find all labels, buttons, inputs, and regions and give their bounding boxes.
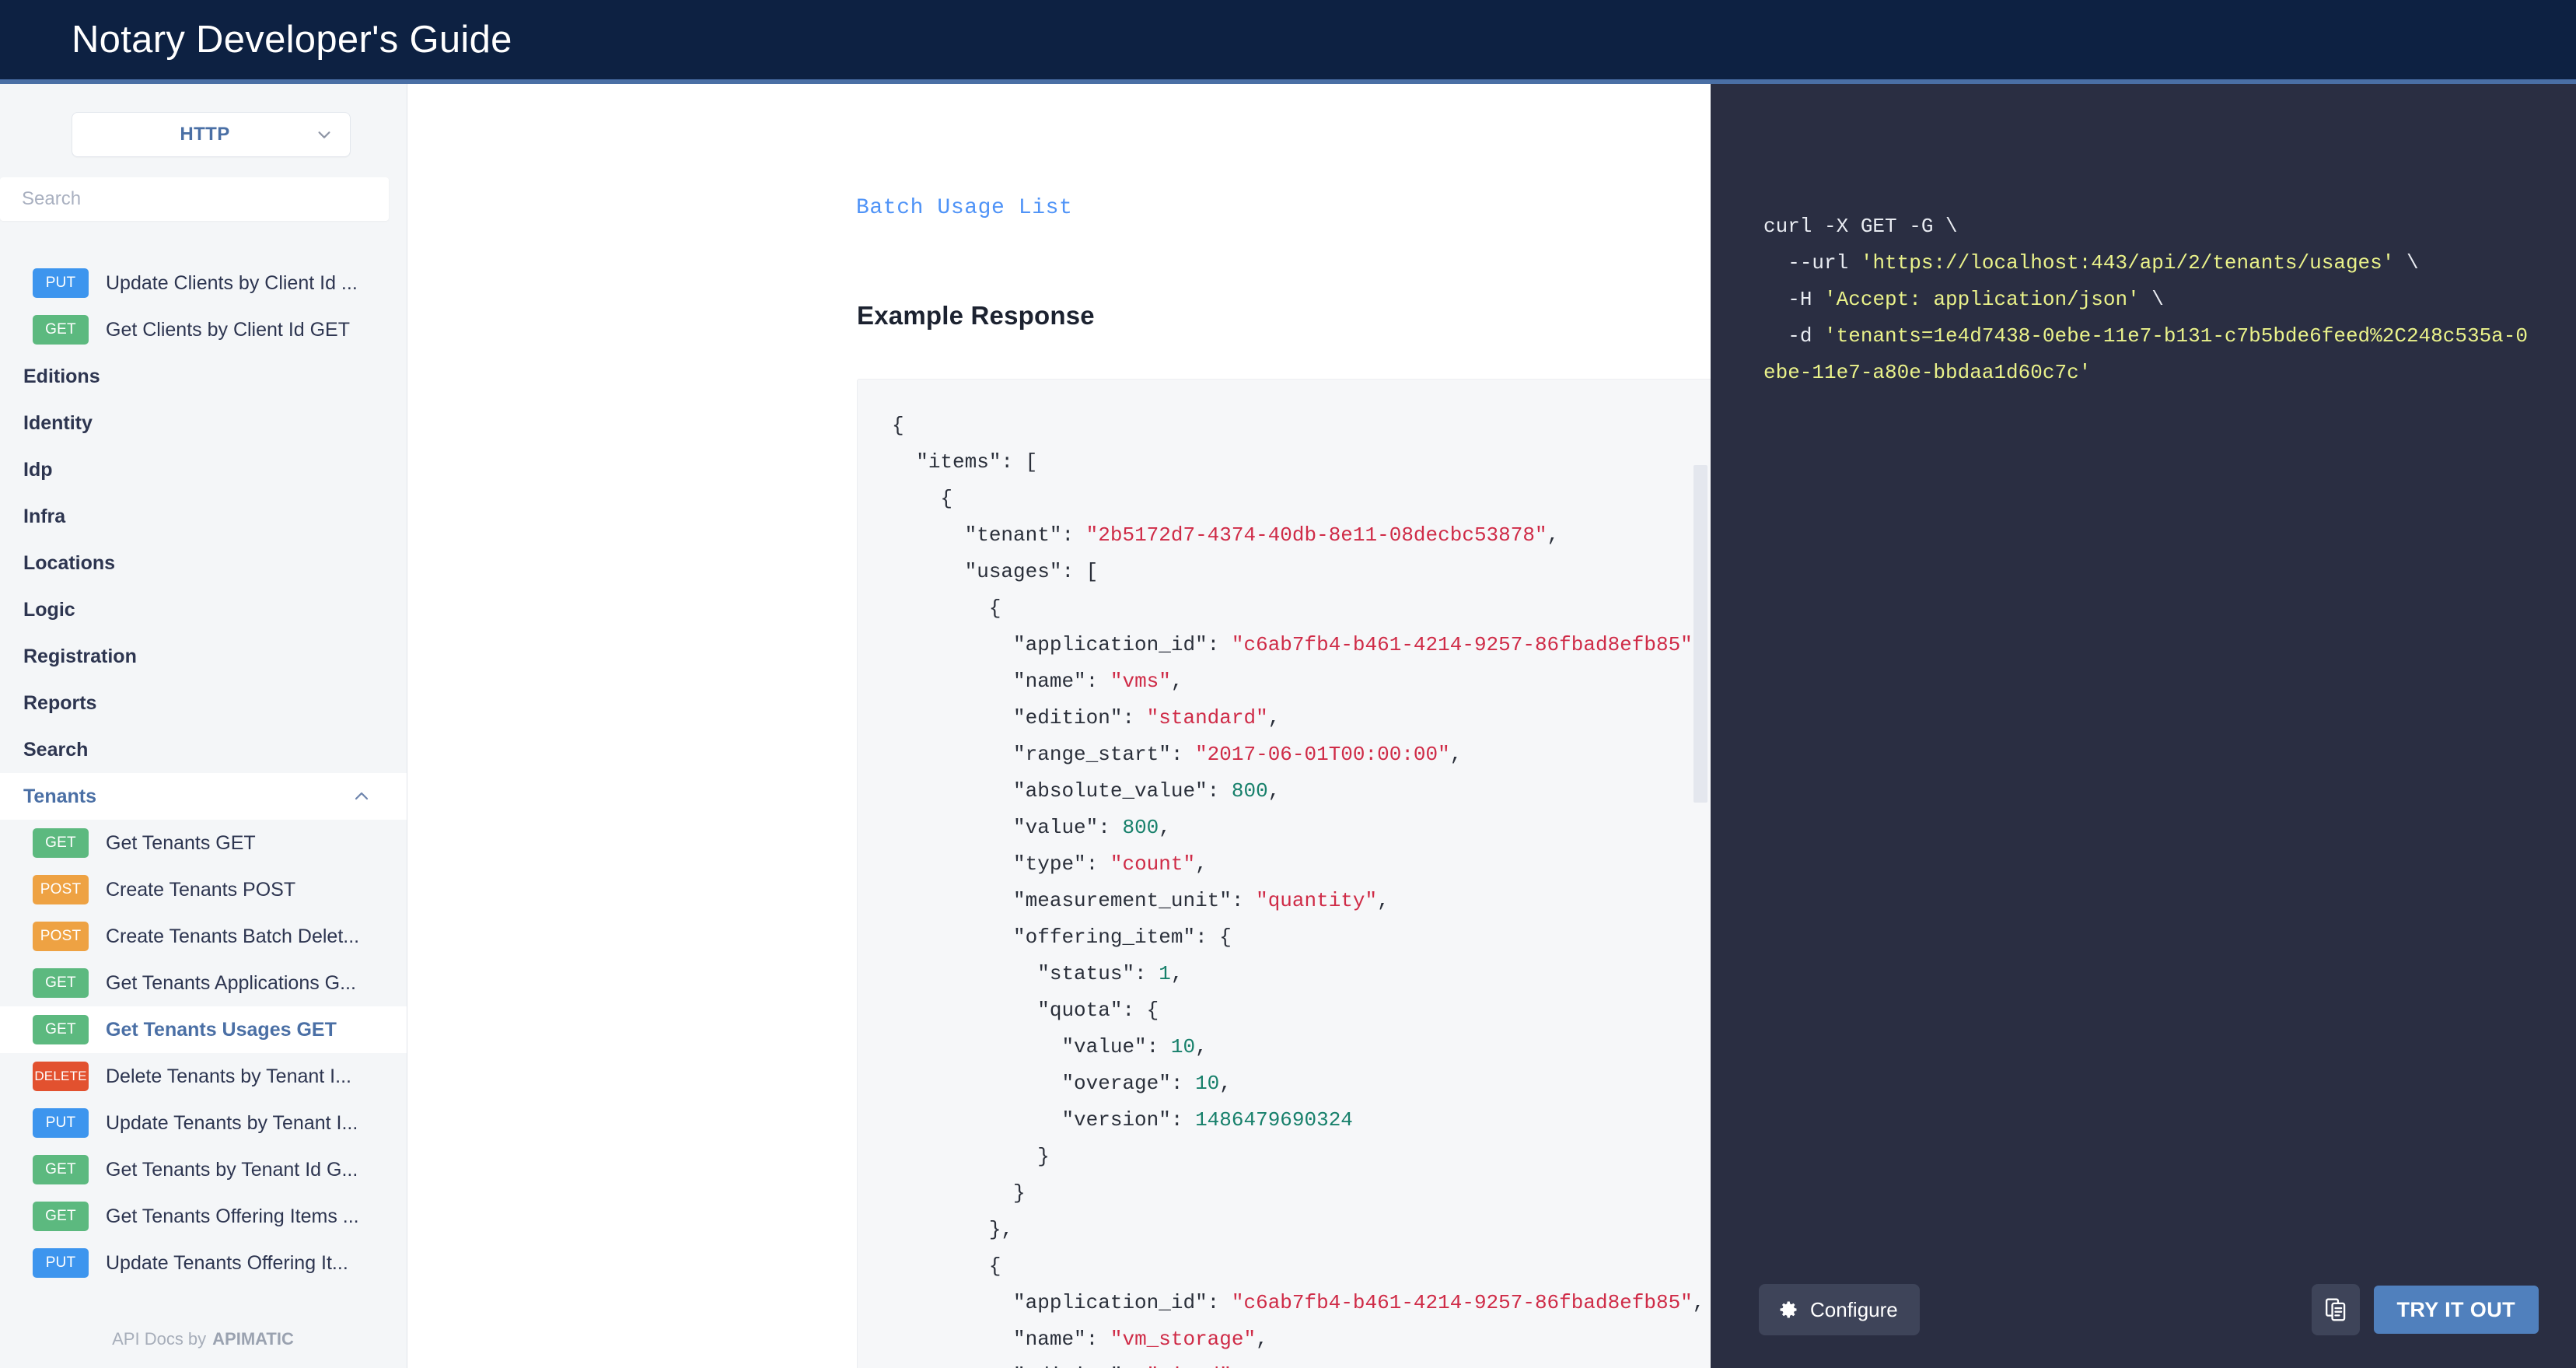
main-scrollbar-thumb[interactable] bbox=[1693, 465, 1707, 803]
group-label: Logic bbox=[23, 598, 75, 621]
method-badge: POST bbox=[33, 922, 89, 951]
sidebar-item-update-tenants-by-id[interactable]: PUT Update Tenants by Tenant I... bbox=[0, 1100, 407, 1146]
sidebar-tenants-endpoints: GET Get Tenants GET POST Create Tenants … bbox=[0, 820, 407, 1286]
sidebar-footer: API Docs by APIMATIC bbox=[0, 1310, 406, 1368]
sidebar-footer-prefix: API Docs by bbox=[112, 1329, 207, 1349]
group-label: Tenants bbox=[23, 785, 96, 807]
json-code: { "items": [ { "tenant": "2b5172d7-4374-… bbox=[892, 414, 1705, 1368]
sidebar-item-get-clients[interactable]: GET Get Clients by Client Id GET bbox=[0, 306, 407, 353]
endpoint-label: Get Tenants by Tenant Id G... bbox=[106, 1158, 358, 1181]
method-badge: GET bbox=[33, 1015, 89, 1044]
sidebar: HTTP PUT Update Clients by Client Id ... bbox=[0, 84, 407, 1368]
sidebar-group-infra[interactable]: Infra bbox=[0, 493, 407, 540]
sidebar-item-create-tenants-batch-delete[interactable]: POST Create Tenants Batch Delet... bbox=[0, 913, 407, 960]
sidebar-item-get-tenants-by-id[interactable]: GET Get Tenants by Tenant Id G... bbox=[0, 1146, 407, 1193]
method-badge: GET bbox=[33, 968, 89, 998]
sidebar-item-update-tenants-offering-items[interactable]: PUT Update Tenants Offering It... bbox=[0, 1240, 407, 1286]
chevron-up-icon bbox=[352, 787, 371, 806]
method-badge: PUT bbox=[33, 1248, 89, 1278]
sidebar-item-create-tenants[interactable]: POST Create Tenants POST bbox=[0, 866, 407, 913]
sidebar-item-update-clients[interactable]: PUT Update Clients by Client Id ... bbox=[0, 260, 407, 306]
endpoint-label: Get Tenants GET bbox=[106, 831, 256, 854]
search-container bbox=[0, 157, 407, 221]
configure-label: Configure bbox=[1810, 1297, 1898, 1321]
endpoint-label: Create Tenants POST bbox=[106, 878, 296, 901]
sidebar-group-registration[interactable]: Registration bbox=[0, 633, 407, 680]
group-label: Locations bbox=[23, 551, 116, 574]
method-badge: GET bbox=[33, 315, 89, 345]
sidebar-group-tenants[interactable]: Tenants bbox=[0, 773, 407, 820]
sidebar-group-logic[interactable]: Logic bbox=[0, 586, 407, 633]
request-panel-actions: Configure TRY IT OUT bbox=[1711, 1251, 2576, 1368]
endpoint-label: Get Clients by Client Id GET bbox=[106, 318, 351, 341]
sidebar-top-endpoints: PUT Update Clients by Client Id ... GET … bbox=[0, 260, 407, 353]
method-badge: GET bbox=[33, 1202, 89, 1231]
language-selector-container: HTTP bbox=[0, 84, 407, 157]
main-scrollbar[interactable] bbox=[1689, 84, 1711, 1368]
endpoint-label: Get Tenants Offering Items ... bbox=[106, 1205, 359, 1227]
endpoint-label: Delete Tenants by Tenant I... bbox=[106, 1065, 351, 1087]
group-label: Search bbox=[23, 738, 89, 761]
endpoint-label: Update Tenants Offering It... bbox=[106, 1251, 348, 1274]
sidebar-group-identity[interactable]: Identity bbox=[0, 400, 407, 446]
sidebar-group-idp[interactable]: Idp bbox=[0, 446, 407, 493]
api-docs-app: Notary Developer's Guide HTTP Search PUT… bbox=[0, 0, 2576, 1368]
endpoint-label: Get Tenants Applications G... bbox=[106, 971, 356, 994]
gear-icon bbox=[1777, 1299, 1799, 1321]
language-select-value: HTTP bbox=[180, 124, 230, 145]
request-panel: curl -X GET -G \ --url 'https://localhos… bbox=[1711, 84, 2576, 1368]
page-title: Notary Developer's Guide bbox=[72, 19, 512, 61]
sidebar-group-editions[interactable]: Editions bbox=[0, 353, 407, 400]
sidebar-group-reports[interactable]: Reports bbox=[0, 680, 407, 726]
search-input[interactable] bbox=[0, 177, 389, 221]
group-label: Editions bbox=[23, 365, 100, 387]
group-label: Infra bbox=[23, 505, 66, 527]
method-badge: DELETE bbox=[33, 1062, 89, 1091]
method-badge: GET bbox=[33, 828, 89, 858]
endpoint-label: Create Tenants Batch Delet... bbox=[106, 925, 360, 947]
group-label: Registration bbox=[23, 645, 137, 667]
app-header: Notary Developer's Guide bbox=[0, 0, 2576, 84]
method-badge: PUT bbox=[33, 1108, 89, 1138]
app-body: HTTP PUT Update Clients by Client Id ... bbox=[0, 84, 2576, 1368]
main-content: Batch Usage List Example Response { "ite… bbox=[407, 84, 1711, 1368]
section-title: Example Response bbox=[857, 301, 1095, 330]
curl-command: curl -X GET -G \ --url 'https://localhos… bbox=[1763, 215, 2528, 384]
copy-icon bbox=[2324, 1297, 2347, 1322]
endpoint-label: Update Clients by Client Id ... bbox=[106, 271, 358, 294]
group-label: Identity bbox=[23, 411, 93, 434]
endpoint-label: Get Tenants Usages GET bbox=[106, 1018, 337, 1041]
try-it-out-button[interactable]: TRY IT OUT bbox=[2373, 1286, 2539, 1334]
sidebar-item-get-tenants-applications[interactable]: GET Get Tenants Applications G... bbox=[0, 960, 407, 1006]
method-badge: PUT bbox=[33, 268, 89, 298]
breadcrumb[interactable]: Batch Usage List bbox=[856, 196, 1711, 220]
sidebar-footer-brand: APIMATIC bbox=[212, 1329, 294, 1349]
endpoint-label: Update Tenants by Tenant I... bbox=[106, 1111, 358, 1134]
chevron-down-icon bbox=[316, 126, 333, 143]
sidebar-item-get-tenants-offering-items[interactable]: GET Get Tenants Offering Items ... bbox=[0, 1193, 407, 1240]
method-badge: GET bbox=[33, 1155, 89, 1184]
sidebar-group-search[interactable]: Search bbox=[0, 726, 407, 773]
request-panel-right-actions: TRY IT OUT bbox=[2311, 1284, 2539, 1335]
sidebar-item-delete-tenants-by-id[interactable]: DELETE Delete Tenants by Tenant I... bbox=[0, 1053, 407, 1100]
copy-button[interactable] bbox=[2311, 1284, 2360, 1335]
language-select[interactable]: HTTP bbox=[72, 112, 351, 157]
sidebar-nav: PUT Update Clients by Client Id ... GET … bbox=[0, 260, 407, 1368]
sidebar-item-get-tenants-usages[interactable]: GET Get Tenants Usages GET bbox=[0, 1006, 407, 1053]
sidebar-item-get-tenants[interactable]: GET Get Tenants GET bbox=[0, 820, 407, 866]
method-badge: POST bbox=[33, 875, 89, 904]
sidebar-groups: Editions Identity Idp Infra Locations Lo… bbox=[0, 353, 407, 773]
configure-button[interactable]: Configure bbox=[1759, 1284, 1920, 1335]
group-label: Idp bbox=[23, 458, 53, 481]
example-response-code-block: { "items": [ { "tenant": "2b5172d7-4374-… bbox=[857, 379, 1711, 1368]
group-label: Reports bbox=[23, 691, 97, 714]
sidebar-group-locations[interactable]: Locations bbox=[0, 540, 407, 586]
